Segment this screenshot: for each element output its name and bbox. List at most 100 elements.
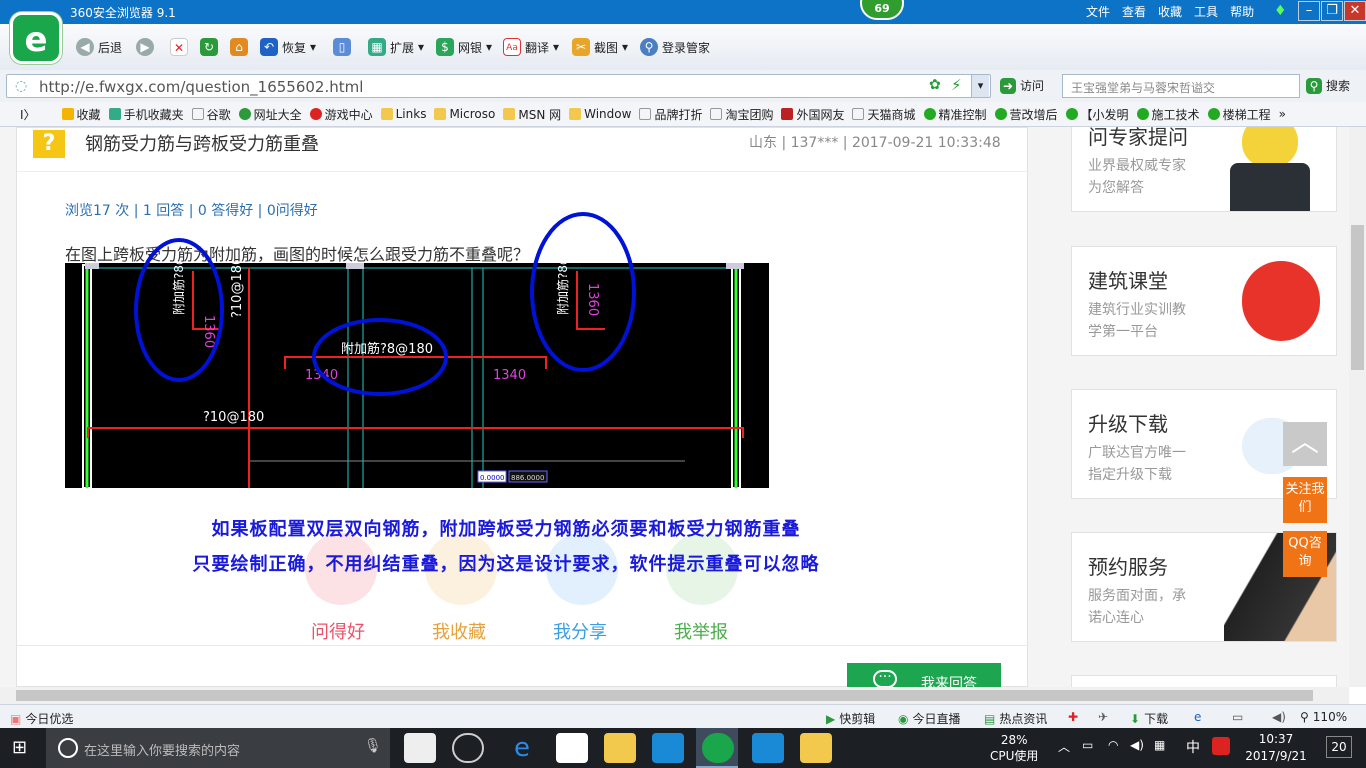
bookmark-item[interactable]: 收藏: [61, 106, 101, 123]
screenshot-button[interactable]: ✂ 截图 ▾: [572, 34, 628, 60]
sidebar-card-classroom[interactable]: 建筑课堂 建筑行业实训教 学第一平台: [1071, 246, 1337, 356]
favorite-button[interactable]: 我收藏: [409, 618, 509, 644]
taskbar-app-plus-icon[interactable]: [752, 733, 784, 763]
windows-start-icon[interactable]: ⊞: [12, 738, 32, 758]
menu-favorites[interactable]: 收藏: [1158, 3, 1182, 20]
wechat-icon: [1136, 108, 1149, 120]
vertical-scroll-thumb[interactable]: [1351, 225, 1364, 370]
bookmark-item[interactable]: Window: [569, 107, 631, 121]
keyboard-icon[interactable]: ▦: [1154, 738, 1165, 752]
bookmark-item[interactable]: 网址大全: [238, 106, 302, 123]
menu-file[interactable]: 文件: [1086, 3, 1110, 20]
bookmark-item[interactable]: Microso: [434, 107, 495, 121]
horizontal-scroll-thumb[interactable]: [16, 690, 1313, 701]
translate-button[interactable]: Aa 翻译 ▾: [503, 34, 559, 60]
extend-button[interactable]: ▦ 扩展 ▾: [368, 34, 424, 60]
visit-button[interactable]: ➜ 访问: [1000, 77, 1044, 94]
login-manager-button[interactable]: ⚲ 登录管家: [640, 34, 710, 60]
qq-consult-button[interactable]: QQ咨询: [1283, 531, 1327, 577]
taskbar-search[interactable]: 在这里输入你要搜索的内容: [46, 728, 390, 768]
taskbar-app-360-icon[interactable]: [702, 733, 734, 763]
bookmark-item[interactable]: 【小发明: [1065, 106, 1129, 123]
taskbar-app-edge-icon[interactable]: e: [506, 733, 538, 763]
bookmark-item[interactable]: Links: [380, 107, 426, 121]
mobile-button[interactable]: ▯: [333, 34, 351, 60]
tray-expand-icon[interactable]: ︿: [1058, 738, 1070, 755]
forward-button[interactable]: ▶: [136, 34, 154, 60]
back-to-top-button[interactable]: ︿: [1283, 422, 1327, 466]
bookmark-item[interactable]: 精准控制: [923, 106, 987, 123]
bookmark-item[interactable]: MSN 网: [503, 106, 561, 123]
follow-us-button[interactable]: 关注我们: [1283, 477, 1327, 523]
clock[interactable]: 10:37 2017/9/21: [1240, 731, 1312, 765]
speed-mode-icon[interactable]: ⚡: [951, 76, 962, 94]
cpu-usage[interactable]: 28% CPU使用: [990, 732, 1038, 764]
sidebar-toggle-icon[interactable]: I〉: [20, 106, 36, 123]
more-bookmarks-icon[interactable]: »: [1279, 107, 1286, 121]
report-button[interactable]: 我举报: [651, 618, 751, 644]
address-bar[interactable]: ◌ http://e.fwxgx.com/question_1655602.ht…: [6, 74, 991, 98]
browser-logo[interactable]: e: [10, 12, 62, 64]
volume-tray-icon[interactable]: ◀): [1130, 738, 1144, 752]
vertical-scrollbar[interactable]: [1349, 127, 1366, 687]
status-item[interactable]: ▶ 快剪辑: [826, 710, 875, 727]
restore-button[interactable]: ↶ 恢复 ▾: [260, 34, 316, 60]
minimize-button[interactable]: –: [1298, 1, 1320, 21]
battery-icon[interactable]: ▭: [1082, 738, 1093, 752]
home-button[interactable]: ⌂: [230, 34, 248, 60]
url-dropdown-icon[interactable]: ▾: [971, 75, 989, 97]
back-button[interactable]: ◀ 后退: [76, 34, 122, 60]
bookmark-item[interactable]: 楼梯工程: [1207, 106, 1271, 123]
ie-icon[interactable]: e: [1194, 710, 1201, 724]
cortana-icon[interactable]: [58, 738, 78, 758]
menu-view[interactable]: 查看: [1122, 3, 1146, 20]
taskbar-app-notes-icon[interactable]: [800, 733, 832, 763]
bookmark-item[interactable]: 天猫商城: [852, 106, 916, 123]
stop-button[interactable]: ✕: [170, 34, 188, 60]
ime-indicator[interactable]: 中: [1186, 737, 1200, 757]
search-input[interactable]: 王宝强堂弟与马蓉宋哲谥交: [1062, 74, 1300, 98]
taskbar-app-g-icon[interactable]: [652, 733, 684, 763]
bookmark-item[interactable]: 外国网友: [781, 106, 844, 123]
skin-shirt-icon[interactable]: ♦: [1274, 3, 1287, 19]
medical-icon[interactable]: ✚: [1068, 710, 1078, 724]
zoom-control[interactable]: ⚲ 110%: [1300, 710, 1347, 724]
taskbar-app-settings-icon[interactable]: [404, 733, 436, 763]
ask-good-button[interactable]: 问得好: [288, 618, 388, 644]
taskbar-app-browser-icon[interactable]: [452, 733, 484, 763]
question-stats[interactable]: 浏览17 次 | 1 回答 | 0 答得好 | 0问得好: [65, 200, 318, 220]
taskbar-app-explorer-icon[interactable]: [604, 733, 636, 763]
microphone-icon[interactable]: 🎙: [364, 738, 382, 754]
close-button[interactable]: ✕: [1344, 1, 1366, 21]
menu-tools[interactable]: 工具: [1194, 3, 1218, 20]
bookmark-item[interactable]: 手机收藏夹: [108, 106, 184, 123]
cad-drawing-image[interactable]: 附加筋?8@0 1360 ?10@180 附加筋?8@180 1340 1340…: [65, 245, 769, 489]
volume-icon[interactable]: ◀): [1272, 710, 1286, 724]
pin-icon[interactable]: ✈: [1098, 710, 1108, 724]
bookmark-item[interactable]: 营改增后: [994, 106, 1058, 123]
window-icon[interactable]: ▭: [1232, 710, 1243, 724]
status-item[interactable]: ◉ 今日直播: [898, 710, 961, 727]
bookmark-item[interactable]: 施工技术: [1136, 106, 1200, 123]
search-button[interactable]: ⚲ 搜索: [1306, 77, 1350, 94]
bookmark-item[interactable]: 游戏中心: [309, 106, 373, 123]
bookmark-item[interactable]: 品牌打折: [639, 106, 702, 123]
status-item[interactable]: ⬇ 下载: [1130, 710, 1168, 727]
security-icon[interactable]: ✿: [929, 77, 941, 93]
bank-button[interactable]: $ 网银 ▾: [436, 34, 492, 60]
status-item[interactable]: ▤ 热点资讯: [984, 710, 1047, 727]
share-button[interactable]: 我分享: [530, 618, 630, 644]
today-picks[interactable]: ▣ 今日优选: [10, 710, 73, 727]
taskbar-app-store-icon[interactable]: [556, 733, 588, 763]
notification-count[interactable]: 20: [1326, 736, 1352, 758]
wifi-icon[interactable]: ◠: [1108, 738, 1118, 752]
answer-button[interactable]: ··· 我来回答: [847, 663, 1001, 687]
bookmark-item[interactable]: 谷歌: [191, 106, 231, 123]
refresh-button[interactable]: ↻: [200, 34, 218, 60]
sogou-icon[interactable]: [1212, 737, 1230, 755]
bookmark-item[interactable]: 淘宝团购: [710, 106, 773, 123]
menu-help[interactable]: 帮助: [1230, 3, 1254, 20]
sidebar-card-next[interactable]: [1071, 675, 1337, 687]
sidebar-card-expert[interactable]: 问专家提问 业界最权威专家 为您解答: [1071, 127, 1337, 212]
maximize-button[interactable]: ❐: [1321, 1, 1343, 21]
